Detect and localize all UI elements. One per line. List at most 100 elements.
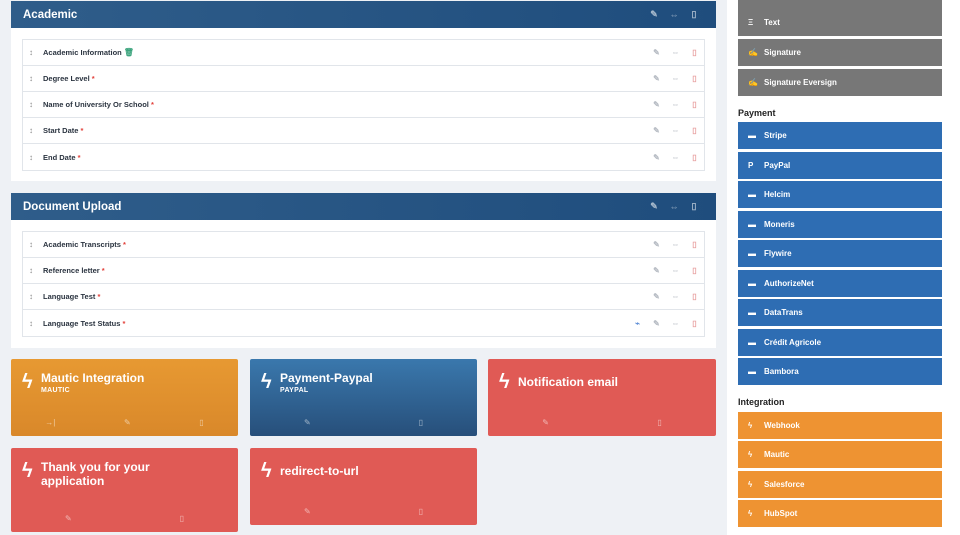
field-row[interactable]: ↕ End Date * ✎ ⇔ ▯ (23, 144, 704, 170)
field-label: Name of University Or School * (43, 100, 154, 109)
palette-item-stripe[interactable]: ▬ Stripe (738, 122, 942, 149)
edit-icon[interactable]: ✎ (647, 292, 666, 301)
drag-handle-icon[interactable]: ↕ (29, 126, 43, 135)
copy-icon[interactable]: ⇔ (666, 153, 685, 162)
copy-icon[interactable]: ⇔ (666, 319, 685, 328)
drag-handle-icon[interactable]: ↕ (29, 319, 43, 328)
palette-item-hubspot[interactable]: ϟ HubSpot (738, 500, 942, 527)
copy-icon[interactable]: ⇔ (666, 126, 685, 135)
trash-icon[interactable]: ▯ (685, 292, 704, 301)
drag-handle-icon[interactable]: ↕ (29, 74, 43, 83)
drag-handle-icon[interactable]: ↕ (29, 292, 43, 301)
field-row[interactable]: ↕ Degree Level * ✎ ⇔ ▯ (23, 66, 704, 92)
palette-item-webhook[interactable]: ϟ Webhook (738, 412, 942, 439)
palette-item-partial[interactable] (738, 0, 942, 9)
field-row[interactable]: ↕ Academic Information 🗑 ✎ ⇔ ▯ (23, 40, 704, 66)
drag-handle-icon[interactable]: ↕ (29, 266, 43, 275)
edit-icon[interactable]: ✎ (647, 74, 666, 83)
palette-item-signature[interactable]: ✍ Signature (738, 39, 942, 66)
palette-item-paypal[interactable]: P PayPal (738, 152, 942, 179)
signature-icon: ✍ (748, 78, 758, 87)
section-title: Academic (23, 8, 78, 21)
field-row[interactable]: ↕ Language Test Status * ⌁ ✎ ⇔ ▯ (23, 310, 704, 336)
palette-item-helcim[interactable]: ▬ Helcim (738, 181, 942, 208)
field-row[interactable]: ↕ Language Test * ✎ ⇔ ▯ (23, 284, 704, 310)
action-card-paypal[interactable]: ϟ Payment-Paypal PAYPAL ✎ ▯ (250, 359, 477, 436)
palette-item-salesforce[interactable]: ϟ Salesforce (738, 471, 942, 498)
action-card-notification-email[interactable]: ϟ Notification email ✎ ▯ (488, 359, 716, 436)
trash-icon[interactable]: ▯ (684, 9, 704, 20)
edit-icon[interactable]: ✎ (647, 153, 666, 162)
trash-icon[interactable]: ▯ (180, 514, 184, 523)
card-subtitle: MAUTIC (41, 387, 71, 394)
trash-icon[interactable]: ▯ (684, 201, 704, 212)
trash-green-icon[interactable]: 🗑 (124, 48, 134, 57)
action-card-redirect[interactable]: ϟ redirect-to-url ✎ ▯ (250, 448, 477, 525)
trash-icon[interactable]: ▯ (419, 418, 423, 427)
trash-icon[interactable]: ▯ (685, 240, 704, 249)
field-label: Language Test * (43, 292, 101, 301)
trash-icon[interactable]: ▯ (199, 418, 203, 427)
bolt-icon: ϟ (748, 509, 753, 518)
bolt-icon: ϟ (748, 480, 753, 489)
drag-handle-icon[interactable]: ↕ (29, 100, 43, 109)
copy-icon[interactable]: ⇔ (666, 292, 685, 301)
bolt-icon: ϟ (499, 371, 510, 393)
field-row[interactable]: ↕ Academic Transcripts * ✎ ⇔ ▯ (23, 232, 704, 258)
condition-tag-icon[interactable]: ⌁ (628, 319, 647, 328)
link-icon[interactable]: →| (45, 418, 55, 427)
field-label: Academic Information 🗑 (43, 48, 134, 57)
edit-icon[interactable]: ✎ (647, 266, 666, 275)
trash-icon[interactable]: ▯ (685, 126, 704, 135)
edit-icon[interactable]: ✎ (647, 240, 666, 249)
trash-icon[interactable]: ▯ (685, 153, 704, 162)
edit-icon[interactable]: ✎ (644, 201, 664, 212)
trash-icon[interactable]: ▯ (685, 319, 704, 328)
field-row[interactable]: ↕ Reference letter * ✎ ⇔ ▯ (23, 258, 704, 284)
edit-icon[interactable]: ✎ (647, 319, 666, 328)
edit-icon[interactable]: ✎ (644, 9, 664, 20)
edit-icon[interactable]: ✎ (647, 126, 666, 135)
palette-item-signature-eversign[interactable]: ✍ Signature Eversign (738, 69, 942, 96)
bolt-icon: ϟ (748, 450, 753, 459)
drag-handle-icon[interactable]: ↕ (29, 48, 43, 57)
edit-icon[interactable]: ✎ (542, 418, 549, 427)
action-card-thank-you[interactable]: ϟ Thank you for your application ✎ ▯ (11, 448, 238, 532)
copy-icon[interactable]: ⇔ (666, 240, 685, 249)
field-row[interactable]: ↕ Start Date * ✎ ⇔ ▯ (23, 118, 704, 144)
field-label: Reference letter * (43, 266, 105, 275)
trash-icon[interactable]: ▯ (685, 74, 704, 83)
credit-card-icon: ▬ (748, 249, 756, 258)
trash-icon[interactable]: ▯ (685, 100, 704, 109)
drag-handle-icon[interactable]: ↕ (29, 153, 43, 162)
palette-item-credit-agricole[interactable]: ▬ Crédit Agricole (738, 329, 942, 356)
edit-icon[interactable]: ✎ (304, 507, 311, 516)
trash-icon[interactable]: ▯ (657, 418, 661, 427)
field-palette-sidebar: Ξ Text ✍ Signature ✍ Signature Eversign Pay… (727, 0, 960, 535)
copy-icon[interactable]: ⇔ (666, 48, 685, 57)
edit-icon[interactable]: ✎ (647, 100, 666, 109)
trash-icon[interactable]: ▯ (685, 48, 704, 57)
copy-icon[interactable]: ⇔ (664, 10, 684, 20)
edit-icon[interactable]: ✎ (65, 514, 72, 523)
copy-icon[interactable]: ⇔ (666, 74, 685, 83)
palette-item-flywire[interactable]: ▬ Flywire (738, 240, 942, 267)
action-card-mautic[interactable]: ϟ Mautic Integration MAUTIC →| ✎ ▯ (11, 359, 238, 436)
copy-icon[interactable]: ⇔ (664, 202, 684, 212)
palette-item-moneris[interactable]: ▬ Moneris (738, 211, 942, 238)
trash-icon[interactable]: ▯ (419, 507, 423, 516)
copy-icon[interactable]: ⇔ (666, 266, 685, 275)
field-row[interactable]: ↕ Name of University Or School * ✎ ⇔ ▯ (23, 92, 704, 118)
trash-icon[interactable]: ▯ (685, 266, 704, 275)
section-header: Document Upload ✎ ⇔ ▯ (11, 193, 716, 220)
palette-item-mautic[interactable]: ϟ Mautic (738, 441, 942, 468)
edit-icon[interactable]: ✎ (304, 418, 311, 427)
palette-item-bambora[interactable]: ▬ Bambora (738, 358, 942, 385)
edit-icon[interactable]: ✎ (124, 418, 131, 427)
palette-item-text[interactable]: Ξ Text (738, 9, 942, 36)
palette-item-authorizenet[interactable]: ▬ AuthorizeNet (738, 270, 942, 297)
palette-item-datatrans[interactable]: ▬ DataTrans (738, 299, 942, 326)
edit-icon[interactable]: ✎ (647, 48, 666, 57)
drag-handle-icon[interactable]: ↕ (29, 240, 43, 249)
copy-icon[interactable]: ⇔ (666, 100, 685, 109)
